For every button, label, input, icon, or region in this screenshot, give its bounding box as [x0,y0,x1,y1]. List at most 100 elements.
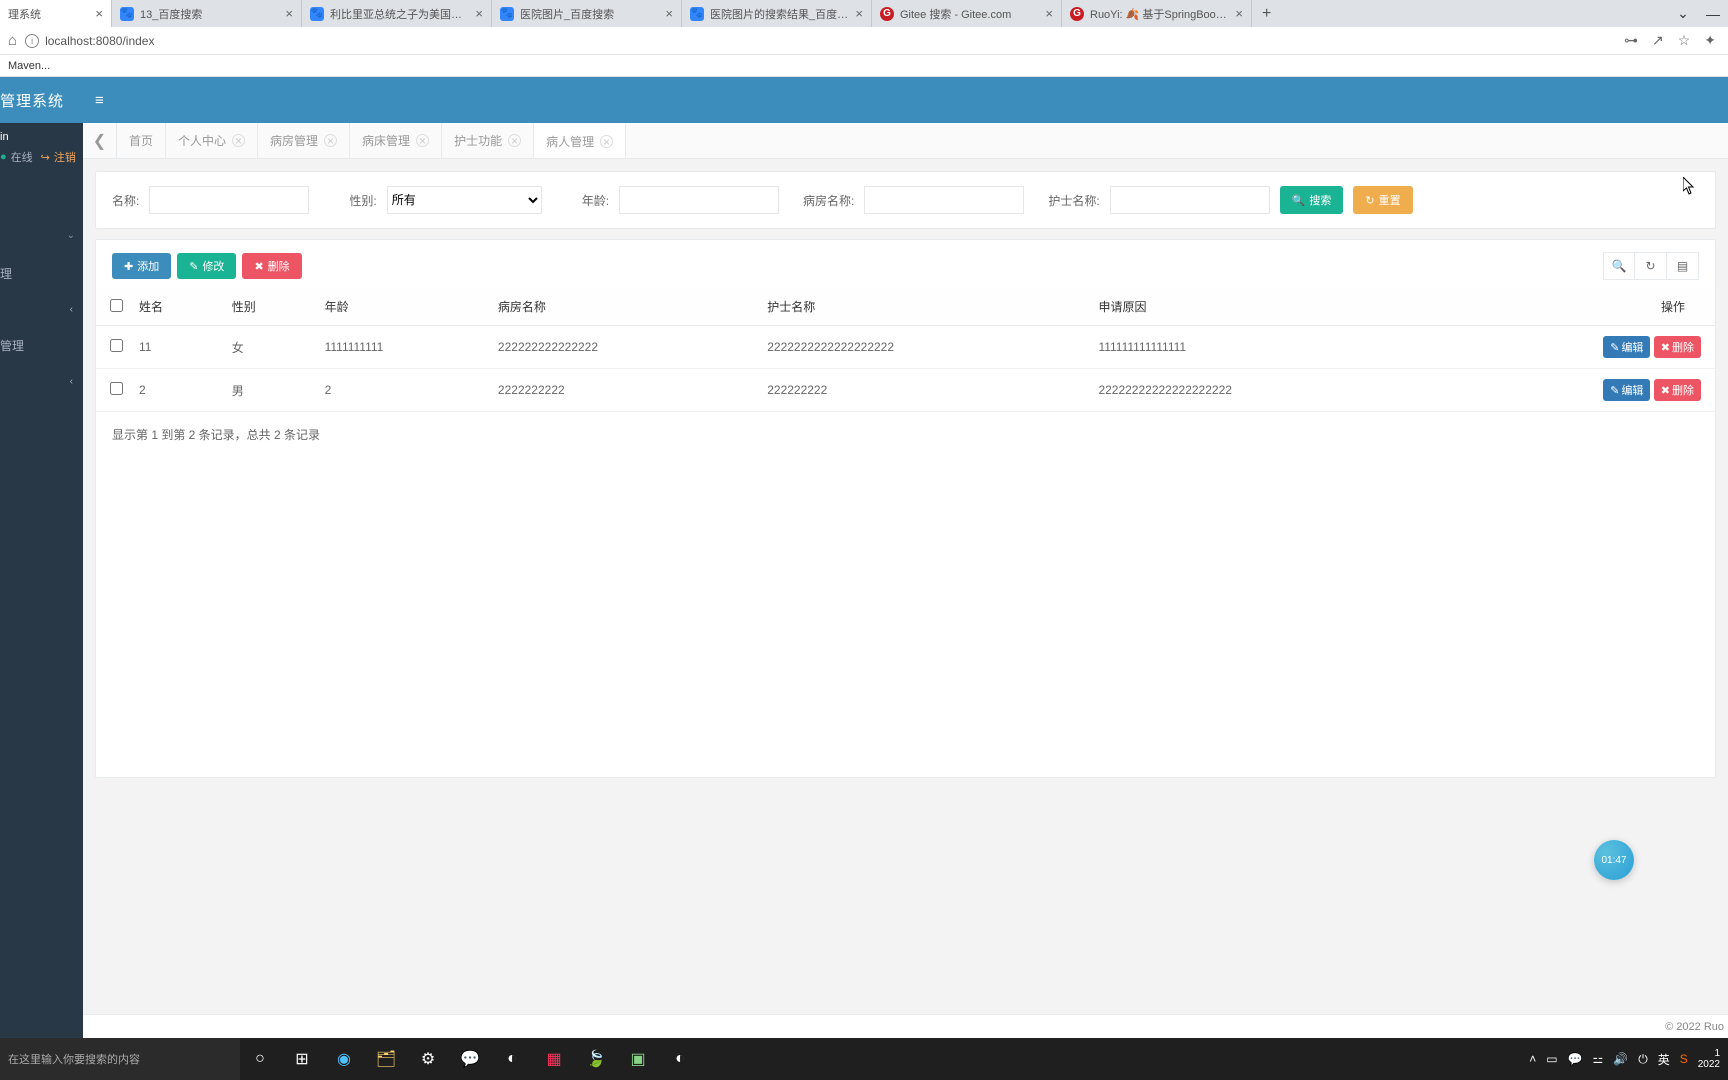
table-row[interactable]: 2 男 2 2222222222 222222222 2222222222222… [96,369,1715,412]
app-tab-active[interactable]: 病人管理× [534,123,626,158]
close-icon[interactable]: × [95,6,103,21]
hamburger-icon[interactable]: ≡ [95,92,104,109]
browser-tab-strip: 理系统 × 🐾 13_百度搜索 × 🐾 利比里亚总统之子为美国队破门 × 🐾 医… [0,0,1728,27]
close-icon[interactable]: × [855,6,863,21]
close-icon[interactable]: × [285,6,293,21]
star-icon[interactable]: ☆ [1678,32,1691,49]
browser-tab[interactable]: G RuoYi: 🍂 基于SpringBoot的 × [1062,0,1252,27]
reset-button[interactable]: ↻重置 [1353,186,1412,214]
close-icon[interactable]: × [665,6,673,21]
edge-icon[interactable]: ◉ [324,1038,364,1080]
col-age[interactable]: 年龄 [317,288,490,326]
app-tab[interactable]: 病床管理× [350,123,442,158]
sidebar-item[interactable]: ‹ [0,291,83,327]
volume-icon[interactable]: 🔊 [1613,1052,1628,1066]
sidebar-section[interactable]: ⌄ [0,215,83,255]
bookmark-item[interactable]: Maven... [8,60,50,72]
col-reason[interactable]: 申请原因 [1090,288,1437,326]
extensions-icon[interactable]: ✦ [1704,32,1716,49]
search-button[interactable]: 🔍搜索 [1280,186,1344,214]
minimize-icon[interactable]: — [1698,6,1728,22]
delete-button[interactable]: ✖删除 [242,253,301,279]
gender-select[interactable]: 所有 [387,186,542,214]
close-icon[interactable]: × [1045,6,1053,21]
sidebar-item[interactable]: ‹ [0,363,83,399]
row-edit-button[interactable]: ✎编辑 [1603,336,1650,358]
chevron-down-icon[interactable]: ⌄ [1668,5,1698,22]
browser-tab[interactable]: G Gitee 搜索 - Gitee.com × [872,0,1062,27]
wechat-tray-icon[interactable]: 💬 [1568,1052,1583,1066]
col-name[interactable]: 姓名 [131,288,224,326]
url-field[interactable]: i localhost:8080/index [25,34,1616,48]
intellij-icon[interactable]: ▦ [534,1038,574,1080]
sidebar-item[interactable]: 管理 [0,327,83,363]
close-icon[interactable]: × [475,6,483,21]
tabs-scroll-left[interactable]: ❮ [83,123,117,158]
table-row[interactable]: 11 女 1111111111 222222222222222 22222222… [96,326,1715,369]
sidebar-item[interactable]: 理 [0,255,83,291]
wifi-icon[interactable]: ⚍ [1593,1052,1604,1066]
ward-input[interactable] [864,186,1024,214]
settings-icon[interactable]: ⚙ [408,1038,448,1080]
nurse-input[interactable] [1110,186,1270,214]
close-icon[interactable]: × [416,134,429,147]
button-label: 修改 [202,258,224,274]
wechat-icon[interactable]: 💬 [450,1038,490,1080]
taskbar-search[interactable]: 在这里输入你要搜索的内容 [0,1038,240,1080]
sogou-icon[interactable]: S [1680,1052,1688,1066]
battery-icon[interactable]: ▭ [1546,1052,1557,1066]
cell-gender: 男 [224,369,317,412]
power-icon[interactable]: ⏻ [1638,1052,1648,1067]
browser-tab[interactable]: 理系统 × [0,0,112,27]
app-tab-home[interactable]: 首页 [117,123,166,158]
key-icon[interactable]: ⊶ [1624,32,1638,49]
app-icon[interactable]: ▣ [618,1038,658,1080]
row-delete-button[interactable]: ✖删除 [1654,379,1701,401]
tray-overflow-icon[interactable]: ˄ [1529,1052,1536,1066]
pagination-info: 显示第 1 到第 2 条记录，总共 2 条记录 [96,412,1715,457]
timer-bubble[interactable]: 01:47 [1594,840,1634,880]
close-icon[interactable]: × [232,134,245,147]
app-icon[interactable]: 🍃 [576,1038,616,1080]
chrome-icon[interactable]: ◐ [660,1038,700,1080]
browser-tab[interactable]: 🐾 13_百度搜索 × [112,0,302,27]
explorer-icon[interactable]: 🗂 [366,1038,406,1080]
table-refresh-icon[interactable]: ↻ [1635,252,1667,280]
name-input[interactable] [149,186,309,214]
ime-indicator[interactable]: 英 [1658,1051,1670,1068]
close-icon[interactable]: × [508,134,521,147]
close-icon[interactable]: × [600,135,613,148]
share-icon[interactable]: ↗ [1652,32,1664,49]
close-icon[interactable]: × [324,134,337,147]
row-checkbox[interactable] [110,339,123,352]
close-icon[interactable]: × [1235,6,1243,21]
nurse-label: 护士名称: [1048,192,1099,209]
age-input[interactable] [619,186,779,214]
row-delete-button[interactable]: ✖删除 [1654,336,1701,358]
cortana-icon[interactable]: ○ [240,1038,280,1080]
home-icon[interactable]: ⌂ [8,32,17,49]
modify-button[interactable]: ✎修改 [177,253,236,279]
col-ward[interactable]: 病房名称 [490,288,759,326]
browser-tab[interactable]: 🐾 医院图片_百度搜索 × [492,0,682,27]
table-search-icon[interactable]: 🔍 [1603,252,1635,280]
table-columns-icon[interactable]: ▤ [1667,252,1699,280]
col-nurse[interactable]: 护士名称 [759,288,1090,326]
app-tab[interactable]: 个人中心× [166,123,258,158]
col-gender[interactable]: 性别 [224,288,317,326]
new-tab-button[interactable]: + [1252,5,1281,23]
row-edit-button[interactable]: ✎编辑 [1603,379,1650,401]
chrome-icon[interactable]: ◐ [492,1038,532,1080]
task-view-icon[interactable]: ⊞ [282,1038,322,1080]
browser-tab[interactable]: 🐾 利比里亚总统之子为美国队破门 × [302,0,492,27]
data-table: 姓名 性别 年龄 病房名称 护士名称 申请原因 操作 11 [96,288,1715,412]
info-icon[interactable]: i [25,34,39,48]
taskbar-clock[interactable]: 1 2022 [1698,1048,1722,1070]
add-button[interactable]: ✚添加 [112,253,171,279]
logout-link[interactable]: 注销 [54,149,76,165]
select-all-checkbox[interactable] [110,299,123,312]
row-checkbox[interactable] [110,382,123,395]
browser-tab[interactable]: 🐾 医院图片的搜索结果_百度图片 × [682,0,872,27]
app-tab[interactable]: 病房管理× [258,123,350,158]
app-tab[interactable]: 护士功能× [442,123,534,158]
